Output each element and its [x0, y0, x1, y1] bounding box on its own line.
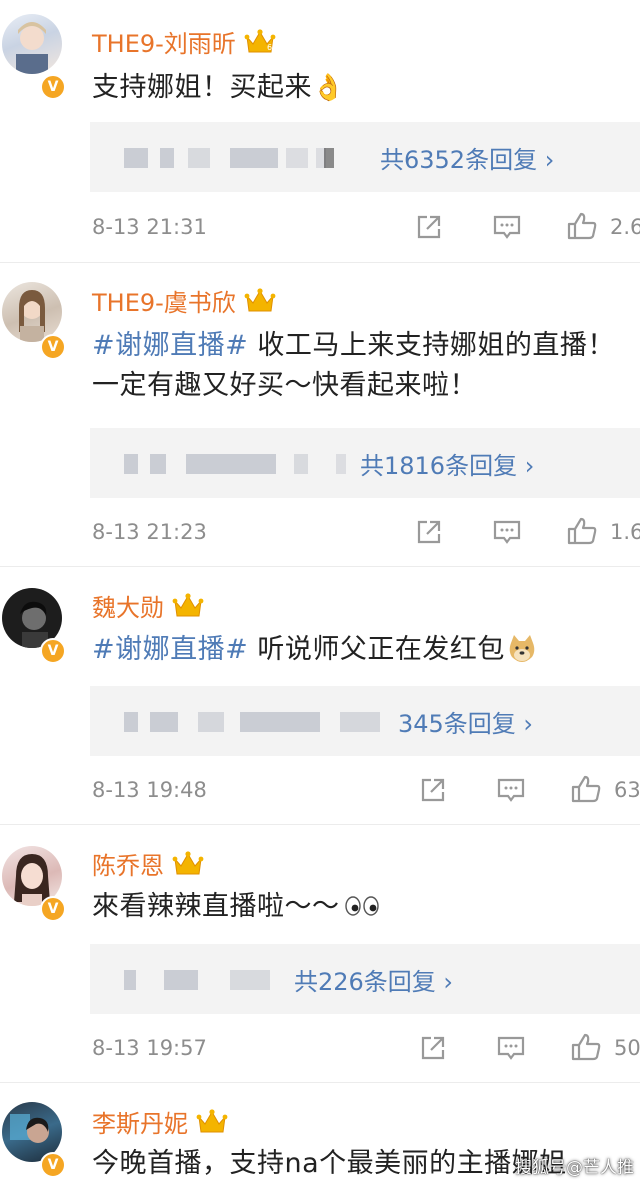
- eyes-icon: [344, 896, 379, 916]
- user-name-text[interactable]: 李斯丹妮: [92, 1110, 188, 1138]
- comment-icon[interactable]: [492, 517, 522, 547]
- user-name-text[interactable]: THE9-虞书欣: [92, 289, 236, 317]
- comment-text-body: 支持娜姐！买起来: [92, 72, 312, 103]
- blurred-text: [240, 712, 320, 732]
- comment-text: 來看辣辣直播啦～～: [92, 887, 640, 927]
- divider: [0, 1082, 640, 1083]
- avatar-portrait: [16, 22, 48, 74]
- user-name-text[interactable]: THE9-刘雨昕: [92, 30, 236, 58]
- topic-hashtag-link[interactable]: #谢娜直播#: [92, 634, 248, 665]
- comment-text-body: 來看辣辣直播啦～～: [92, 891, 340, 922]
- verified-badge-icon: V: [40, 74, 66, 100]
- like-count: 50: [614, 1036, 640, 1060]
- verified-badge-icon: V: [40, 896, 66, 922]
- comment-text: 支持娜姐！买起来👌: [92, 68, 640, 108]
- timestamp: 8-13 19:57: [92, 1036, 207, 1060]
- avatar[interactable]: [2, 282, 62, 342]
- user-name[interactable]: 魏大勋: [92, 588, 204, 623]
- like-icon[interactable]: [570, 1031, 602, 1063]
- divider: [0, 566, 640, 567]
- like-icon[interactable]: [566, 210, 598, 242]
- comment-icon[interactable]: [496, 1033, 526, 1063]
- user-name-text[interactable]: 陈乔恩: [92, 852, 164, 880]
- timestamp: 8-13 19:48: [92, 778, 207, 802]
- blurred-text: [124, 454, 138, 474]
- ok-hand-icon: 👌: [312, 73, 345, 103]
- blurred-text: [160, 148, 174, 168]
- reply-box[interactable]: 共226条回复 ›: [90, 944, 640, 1014]
- topic-hashtag-link[interactable]: #谢娜直播#: [92, 330, 248, 361]
- svg-text:6: 6: [267, 43, 272, 52]
- like-count: 1.6: [610, 520, 640, 544]
- view-replies-prefix[interactable]: 共: [360, 452, 384, 480]
- view-replies-link[interactable]: 共226条回复 ›: [294, 962, 453, 997]
- comment-text: #谢娜直播# 听说师父正在发红包: [92, 630, 640, 670]
- view-replies-link[interactable]: 共1816条回复 ›: [360, 446, 534, 481]
- user-name-text[interactable]: 魏大勋: [92, 594, 164, 622]
- timestamp: 8-13 21:23: [92, 520, 207, 544]
- blurred-text: [340, 712, 380, 732]
- like-icon[interactable]: [570, 773, 602, 805]
- reply-box[interactable]: 共6352条回复 ›: [90, 122, 640, 192]
- blurred-text: [294, 454, 308, 474]
- verified-badge-icon: V: [40, 638, 66, 664]
- divider: [0, 824, 640, 825]
- user-name[interactable]: 李斯丹妮: [92, 1104, 228, 1139]
- blurred-text: [188, 148, 210, 168]
- crown-icon: [244, 288, 276, 312]
- comment-icon[interactable]: [492, 212, 522, 242]
- blurred-text: [230, 970, 270, 990]
- blurred-text: [124, 970, 136, 990]
- avatar-portrait: [19, 290, 45, 342]
- blurred-text: [150, 454, 166, 474]
- blurred-text: [198, 712, 224, 732]
- comment-text: #谢娜直播# 收工马上来支持娜姐的直播！一定有趣又好买～快看起来啦！: [92, 326, 640, 406]
- verified-badge-icon: V: [40, 334, 66, 360]
- blurred-text: [124, 712, 138, 732]
- blurred-text: [124, 148, 148, 168]
- view-replies-link[interactable]: 共6352条回复 ›: [380, 140, 554, 175]
- blurred-text: [324, 148, 334, 168]
- like-count: 2.6: [610, 215, 640, 239]
- user-name[interactable]: 陈乔恩: [92, 846, 204, 881]
- comment-text-body: 听说师父正在发红包: [248, 634, 505, 665]
- avatar[interactable]: [2, 14, 62, 74]
- reply-box[interactable]: 共1816条回复 ›: [90, 428, 640, 498]
- user-name[interactable]: THE9-刘雨昕 6: [92, 24, 276, 59]
- share-icon[interactable]: [414, 517, 444, 547]
- reply-box[interactable]: 345条回复 ›: [90, 686, 640, 756]
- comment-icon[interactable]: [496, 775, 526, 805]
- share-icon[interactable]: [418, 775, 448, 805]
- crown-icon: 6: [244, 29, 276, 53]
- crown-icon: [172, 851, 204, 875]
- doge-icon: [509, 635, 535, 662]
- timestamp: 8-13 21:31: [92, 215, 207, 239]
- blurred-text: [336, 454, 346, 474]
- verified-badge-icon: V: [40, 1152, 66, 1178]
- user-name[interactable]: THE9-虞书欣: [92, 283, 276, 318]
- blurred-text: [164, 970, 198, 990]
- comment-text-body: 今晚首播，支持na个最美丽的主播娜姐: [92, 1148, 567, 1179]
- blurred-text: [286, 148, 308, 168]
- share-icon[interactable]: [414, 212, 444, 242]
- watermark: 搜狐号@芒人推: [515, 1158, 634, 1178]
- blurred-text: [186, 454, 276, 474]
- view-replies-text[interactable]: 1816条回复 ›: [384, 452, 534, 480]
- share-icon[interactable]: [418, 1033, 448, 1063]
- crown-icon: [172, 593, 204, 617]
- blurred-text: [150, 712, 178, 732]
- view-replies-link[interactable]: 345条回复 ›: [398, 704, 533, 739]
- blurred-text: [230, 148, 278, 168]
- like-count: 63: [614, 778, 640, 802]
- crown-icon: [196, 1109, 228, 1133]
- divider: [0, 262, 640, 263]
- like-icon[interactable]: [566, 515, 598, 547]
